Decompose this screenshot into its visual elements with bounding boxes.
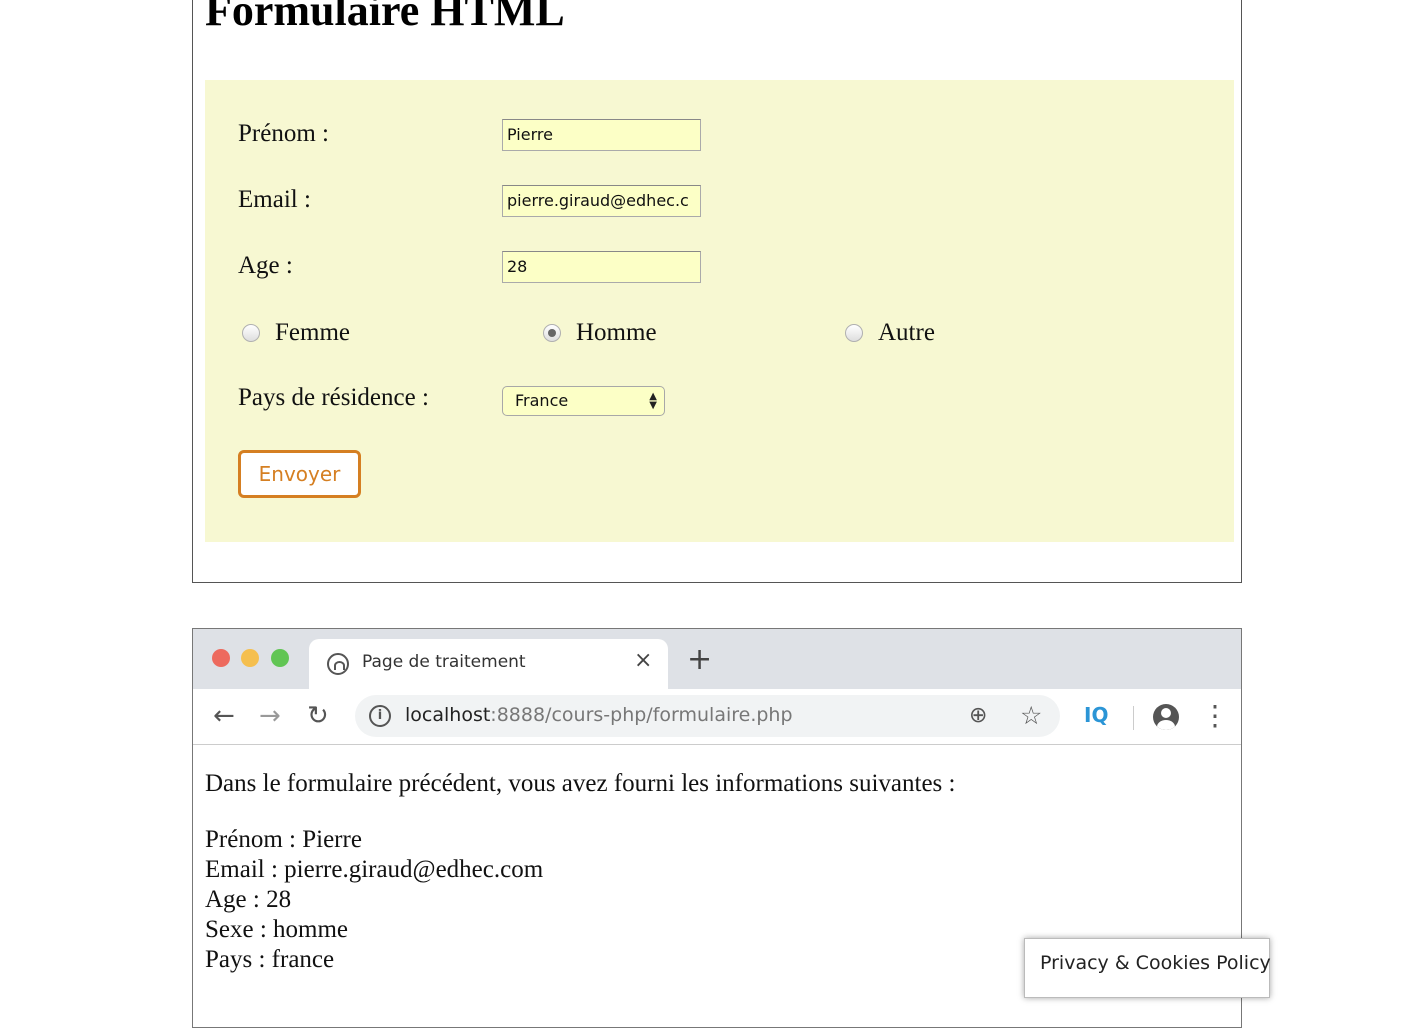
prenom-input[interactable]: Pierre [502,119,701,151]
page-title: Formulaire HTML [205,0,565,35]
toolbar-separator [1133,706,1134,730]
maximize-window-button[interactable] [271,649,289,667]
zoom-icon[interactable]: ⊕ [969,703,987,728]
form-page-frame: Formulaire HTML Prénom : Pierre Email : … [192,0,1242,583]
address-bar[interactable]: i localhost:8888/cours-php/formulaire.ph… [355,695,1060,737]
result-intro: Dans le formulaire précédent, vous avez … [205,770,956,797]
tab-bar: Page de traitement × + [193,629,1241,691]
tab-page-de-traitement[interactable]: Page de traitement × [309,639,668,691]
tab-title: Page de traitement [362,652,526,672]
account-icon[interactable] [1153,704,1179,730]
privacy-cookies-button[interactable]: Privacy & Cookies Policy [1024,938,1271,998]
country-label: Pays de résidence : [238,384,429,411]
radio-autre[interactable] [845,324,863,342]
email-input[interactable]: pierre.giraud@edhec.c [502,185,701,217]
new-tab-button[interactable]: + [687,645,712,675]
country-select-value: France [515,391,569,410]
country-select[interactable]: France ▲ ▼ [502,386,665,416]
result-line-age: Age : 28 [205,886,292,913]
email-label: Email : [238,186,311,213]
url-host: localhost [405,704,491,726]
favicon-icon [327,653,349,675]
result-line-prenom: Prénom : Pierre [205,826,362,853]
forward-icon[interactable]: → [259,701,281,731]
bookmark-star-icon[interactable]: ☆ [1020,701,1042,730]
age-input[interactable]: 28 [502,251,701,283]
radio-autre-label: Autre [878,319,935,346]
tab-close-icon[interactable]: × [634,648,652,673]
browser-toolbar: ← → ↻ i localhost:8888/cours-php/formula… [193,689,1241,745]
submit-button[interactable]: Envoyer [238,450,361,498]
result-line-pays: Pays : france [205,946,335,973]
back-icon[interactable]: ← [213,701,235,731]
url-path: :8888/cours-php/formulaire.php [490,704,793,726]
minimize-window-button[interactable] [241,649,259,667]
result-line-email: Email : pierre.giraud@edhec.com [205,856,544,883]
radio-femme-label: Femme [275,319,350,346]
html-form: Prénom : Pierre Email : pierre.giraud@ed… [205,80,1234,542]
extension-iq-icon[interactable]: IQ [1084,703,1108,727]
select-arrows-icon: ▲ ▼ [649,391,657,411]
url-text: localhost:8888/cours-php/formulaire.php [405,704,793,726]
age-label: Age : [238,252,293,279]
result-line-sexe: Sexe : homme [205,916,349,943]
info-icon[interactable]: i [369,705,391,727]
radio-homme[interactable] [543,324,561,342]
reload-icon[interactable]: ↻ [307,701,329,731]
menu-icon[interactable]: ⋮ [1201,701,1229,731]
radio-homme-label: Homme [576,319,657,346]
prenom-label: Prénom : [238,120,329,147]
radio-femme[interactable] [242,324,260,342]
close-window-button[interactable] [212,649,230,667]
